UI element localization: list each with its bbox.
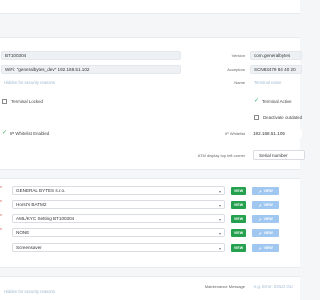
ip-whitelist-label: IP Whitelist: [225, 131, 245, 136]
check-icon: ✓: [254, 98, 260, 104]
version-label: Version: [231, 53, 245, 58]
maintenance-input[interactable]: e.g. Error: SOLD OU: [254, 284, 293, 289]
external-link-icon: ↗: [258, 245, 262, 251]
external-link-icon: ↗: [258, 202, 262, 208]
security-hint: Hidden for security reasons: [4, 80, 55, 85]
required-marker: *: [0, 186, 2, 192]
display-corner-label: ATM display top left corner: [197, 153, 245, 158]
chevron-down-icon: ▾: [218, 189, 221, 194]
select-value: GENERAL BYTES s.r.o.: [16, 188, 66, 193]
select-value: AML/KYC Setting BT100304: [16, 216, 75, 221]
screensaver-select[interactable]: Screensaver ▾: [12, 243, 225, 252]
limits-select[interactable]: NONE ▾: [12, 228, 225, 237]
chevron-down-icon: ▾: [218, 231, 221, 236]
acceptors-label: Acceptors: [227, 67, 245, 72]
aml-kyc-select[interactable]: AML/KYC Setting BT100304 ▾: [12, 214, 225, 223]
ip-whitelist-enabled-checkbox[interactable]: ✓ IP Whitelist Enabled: [2, 130, 50, 136]
select-value: Screensaver: [16, 245, 42, 250]
checkbox-box: [2, 99, 7, 104]
select-value: NONE: [16, 230, 30, 235]
external-link-icon: ↗: [258, 216, 262, 222]
wifi-field[interactable]: WiFi: "generalbytes_dev" 192.168.51.102: [1, 65, 181, 74]
name-label: Name: [234, 80, 245, 85]
header-card: [0, 0, 300, 14]
version-field[interactable]: com.generalbytes: [250, 51, 302, 60]
view-link-label: VIEW: [263, 189, 273, 193]
view-link-button[interactable]: ↗ VIEW: [252, 244, 279, 252]
terminal-locked-checkbox[interactable]: Terminal Locked: [2, 99, 43, 104]
security-hint-bottom: Hidden for security reasons: [4, 289, 55, 294]
required-marker: *: [0, 214, 2, 220]
view-button[interactable]: VIEW: [231, 215, 246, 223]
checkbox-box: [254, 115, 259, 120]
chevron-down-icon: ▾: [218, 217, 221, 222]
maintenance-label: Maintenance Message: [204, 284, 245, 289]
view-button[interactable]: VIEW: [231, 201, 246, 209]
view-link-label: VIEW: [263, 246, 273, 250]
chevron-down-icon: ▾: [218, 246, 221, 251]
view-link-button[interactable]: ↗ VIEW: [252, 215, 279, 223]
organization-select[interactable]: GENERAL BYTES s.r.o. ▾: [12, 186, 225, 195]
deactivate-outdated-label: Deactivate outdated: [263, 115, 303, 120]
view-link-button[interactable]: ↗ VIEW: [252, 187, 279, 195]
deactivate-outdated-checkbox[interactable]: Deactivate outdated: [254, 115, 302, 120]
view-button[interactable]: VIEW: [231, 229, 246, 237]
terminal-serial-field[interactable]: BT100304: [1, 51, 181, 60]
view-link-label: VIEW: [263, 203, 273, 207]
crypto-config-select[interactable]: Horst's BATM2 ▾: [12, 200, 225, 209]
display-corner-select[interactable]: Serial number: [253, 150, 305, 160]
ip-whitelist-enabled-label: IP Whitelist Enabled: [10, 131, 50, 136]
select-value: Horst's BATM2: [16, 202, 47, 207]
view-link-button[interactable]: ↗ VIEW: [252, 201, 279, 209]
required-marker: *: [0, 228, 2, 234]
check-icon: ✓: [2, 130, 8, 136]
chevron-down-icon: ▾: [218, 203, 221, 208]
terminal-active-checkbox[interactable]: ✓ Terminal Active: [254, 98, 292, 104]
name-input[interactable]: Terminal name: [254, 80, 281, 85]
view-link-button[interactable]: ↗ VIEW: [252, 229, 279, 237]
required-marker: *: [0, 200, 2, 206]
acceptors-field[interactable]: SCN83479 84 40 20: [250, 65, 302, 74]
external-link-icon: ↗: [258, 230, 262, 236]
view-link-label: VIEW: [263, 217, 273, 221]
external-link-icon: ↗: [258, 188, 262, 194]
view-button[interactable]: VIEW: [231, 187, 246, 195]
ip-whitelist-input[interactable]: 192.168.51.105: [250, 129, 302, 138]
terminal-active-label: Terminal Active: [262, 99, 292, 104]
view-button[interactable]: VIEW: [231, 244, 246, 252]
terminal-locked-label: Terminal Locked: [11, 99, 43, 104]
display-corner-value: Serial number: [259, 152, 288, 158]
view-link-label: VIEW: [263, 231, 273, 235]
